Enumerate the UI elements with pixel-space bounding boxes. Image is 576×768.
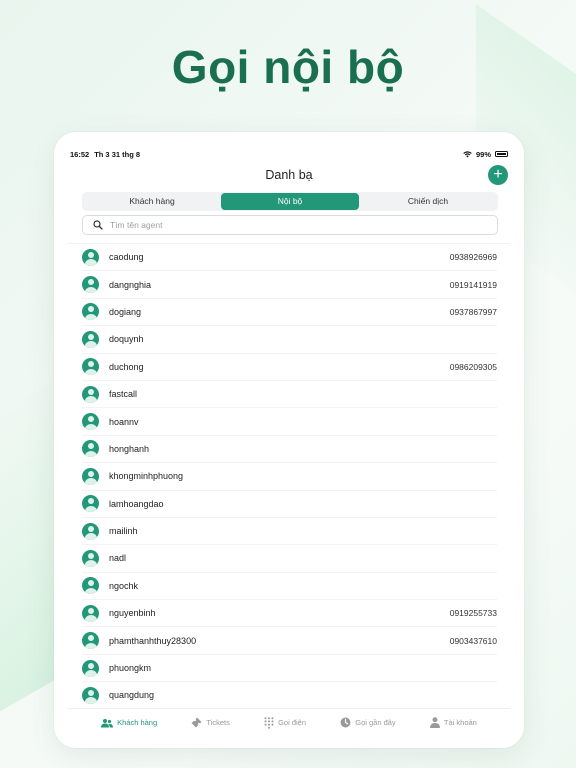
search-placeholder: Tìm tên agent xyxy=(110,220,163,230)
tab-recent-calls[interactable]: Gọi gần đây xyxy=(340,717,396,728)
avatar-icon xyxy=(82,358,99,376)
contact-name: doquynh xyxy=(109,334,144,345)
list-item[interactable]: doquynh xyxy=(82,326,497,354)
tab-customers[interactable]: Khách hàng xyxy=(101,718,157,728)
contact-name: caodung xyxy=(109,252,144,263)
segment-campaigns[interactable]: Chiến dịch xyxy=(359,193,497,210)
contact-phone: 0986209305 xyxy=(449,361,497,372)
list-item[interactable]: fastcall xyxy=(82,381,497,409)
contact-name: ngochk xyxy=(109,580,139,591)
avatar-icon xyxy=(82,686,99,704)
navigation-bar: Danh bạ + xyxy=(68,162,510,188)
avatar-icon xyxy=(82,659,99,677)
status-date: Th 3 31 thg 8 xyxy=(94,149,141,159)
contact-name: dogiang xyxy=(109,306,142,317)
contact-name: honghanh xyxy=(109,443,150,454)
contact-name: hoannv xyxy=(109,416,139,427)
avatar-icon xyxy=(82,385,99,403)
segment-customers[interactable]: Khách hàng xyxy=(83,193,221,210)
segment-internal[interactable]: Nội bộ xyxy=(221,193,359,210)
tab-tickets[interactable]: Tickets xyxy=(191,717,230,728)
search-icon xyxy=(93,220,103,230)
contact-name: nadl xyxy=(109,553,127,564)
list-item[interactable]: phuongkm xyxy=(82,655,497,683)
avatar-icon xyxy=(82,248,99,266)
battery-percent: 99% xyxy=(475,149,491,159)
list-item[interactable]: quangdung xyxy=(82,682,497,710)
contact-phone: 0919141919 xyxy=(449,279,497,290)
contact-name: nguyenbinh xyxy=(109,608,156,619)
tab-label: Gọi gần đây xyxy=(355,718,396,727)
contact-name: lamhoangdao xyxy=(109,498,164,509)
avatar-icon xyxy=(82,604,99,622)
contact-type-segmented-control: Khách hàng Nội bộ Chiến dịch xyxy=(82,192,498,211)
avatar-icon xyxy=(82,276,99,294)
avatar-icon xyxy=(82,522,99,540)
avatar-icon xyxy=(82,330,99,348)
tab-label: Tickets xyxy=(206,718,230,727)
avatar-icon xyxy=(82,440,99,458)
bottom-tab-bar: Khách hàng Tickets Gọi điện Gọi gần đây … xyxy=(68,708,510,736)
avatar-icon xyxy=(82,495,99,513)
app-screen: 16:52 Th 3 31 thg 8 99% Danh bạ + Khách … xyxy=(68,146,510,736)
page-title: Danh bạ xyxy=(265,168,313,182)
list-item[interactable]: hoannv xyxy=(82,408,497,436)
contact-name: khongminhphuong xyxy=(109,471,184,482)
contact-name: dangnghia xyxy=(109,279,152,290)
contact-name: duchong xyxy=(109,361,144,372)
contact-phone: 0937867997 xyxy=(449,306,497,317)
contact-name: mailinh xyxy=(109,526,138,537)
tablet-frame: 16:52 Th 3 31 thg 8 99% Danh bạ + Khách … xyxy=(54,132,524,748)
avatar-icon xyxy=(82,549,99,567)
list-item[interactable]: mailinh xyxy=(82,518,497,546)
contact-phone: 0903437610 xyxy=(449,635,497,646)
list-item[interactable]: dogiang 0937867997 xyxy=(82,299,497,327)
list-item[interactable]: caodung 0938926969 xyxy=(82,244,497,272)
contact-name: phuongkm xyxy=(109,663,152,674)
list-item[interactable]: nguyenbinh 0919255733 xyxy=(82,600,497,628)
avatar-icon xyxy=(82,303,99,321)
people-icon xyxy=(101,718,114,727)
list-item[interactable]: phamthanhthuy28300 0903437610 xyxy=(82,627,497,655)
list-item[interactable]: ngochk xyxy=(82,573,497,601)
tab-label: Khách hàng xyxy=(117,718,158,727)
avatar-icon xyxy=(82,413,99,431)
avatar-icon xyxy=(82,577,99,595)
add-contact-button[interactable]: + xyxy=(488,165,508,185)
list-item[interactable]: duchong 0986209305 xyxy=(82,354,497,381)
contact-name: phamthanhthuy28300 xyxy=(109,635,197,646)
contact-phone: 0919255733 xyxy=(449,608,497,619)
contact-name: fastcall xyxy=(109,389,138,400)
contact-name: quangdung xyxy=(109,690,155,701)
tab-account[interactable]: Tài khoản xyxy=(429,717,477,728)
dialpad-icon xyxy=(264,716,274,729)
plus-icon: + xyxy=(493,166,503,183)
contact-list: caodung 0938926969 dangnghia 0919141919 do… xyxy=(68,243,510,710)
status-time: 16:52 xyxy=(70,149,90,159)
list-item[interactable]: lamhoangdao xyxy=(82,491,497,518)
list-item[interactable]: honghanh xyxy=(82,436,497,464)
avatar-icon xyxy=(82,467,99,485)
list-item[interactable]: dangnghia 0919141919 xyxy=(82,271,497,299)
avatar-icon xyxy=(82,632,99,650)
contact-phone: 0938926969 xyxy=(449,252,497,263)
promo-headline: Gọi nội bộ xyxy=(171,41,405,93)
clock-icon xyxy=(340,717,351,728)
list-item[interactable]: khongminhphuong xyxy=(82,463,497,491)
person-icon xyxy=(429,717,440,728)
wifi-icon xyxy=(463,150,472,157)
tab-label: Tài khoản xyxy=(443,718,477,727)
search-input[interactable]: Tìm tên agent xyxy=(82,215,498,235)
tab-label: Gọi điện xyxy=(278,718,307,727)
list-item[interactable]: nadl xyxy=(82,545,497,573)
tab-dialpad[interactable]: Gọi điện xyxy=(264,716,307,729)
status-bar: 16:52 Th 3 31 thg 8 99% xyxy=(68,146,510,162)
ticket-icon xyxy=(191,717,202,728)
battery-icon xyxy=(495,151,508,157)
